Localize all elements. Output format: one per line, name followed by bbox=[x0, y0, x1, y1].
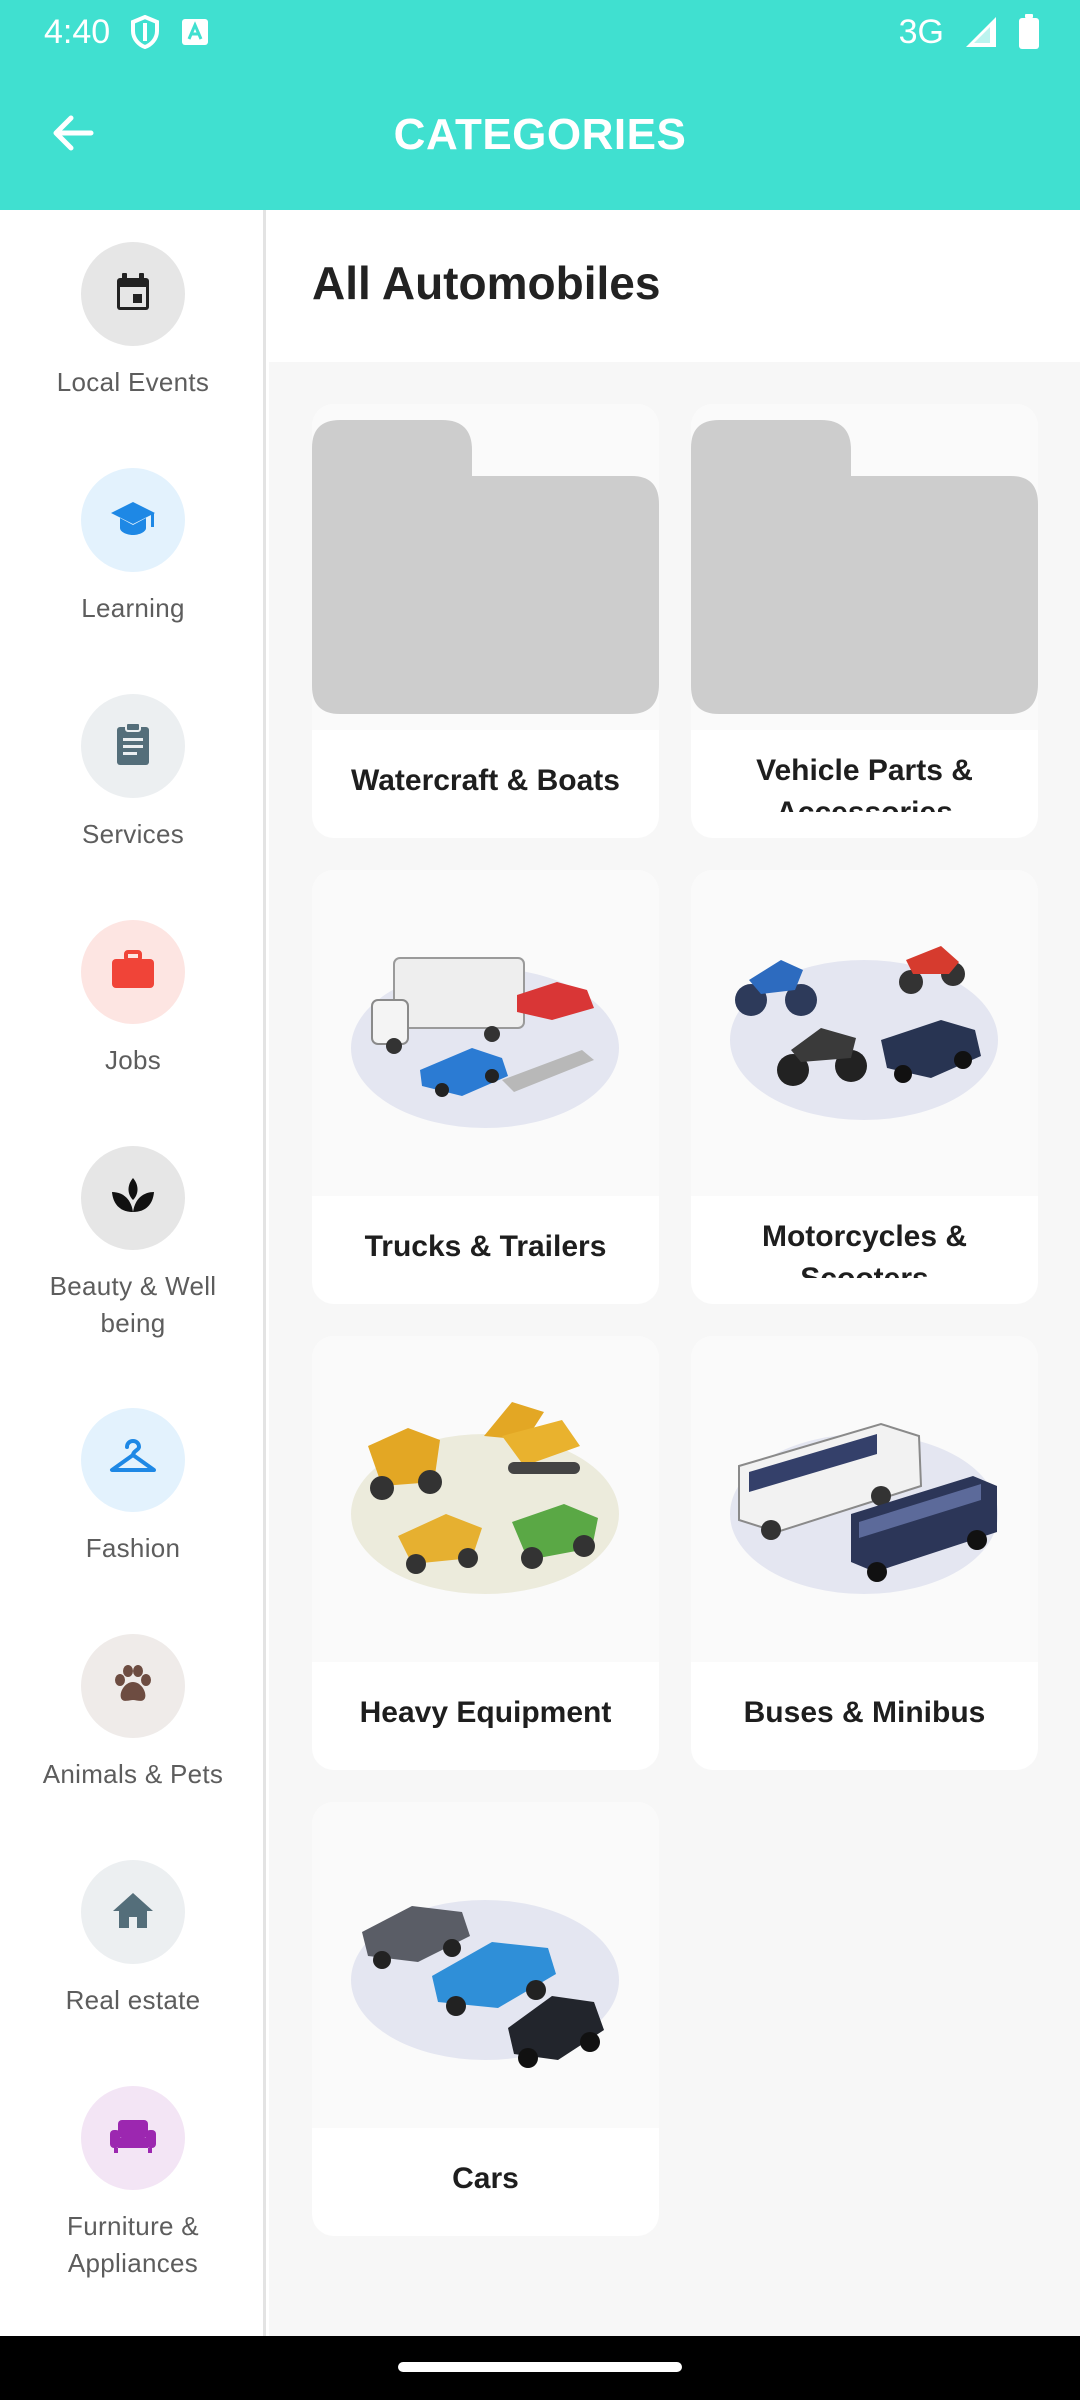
folder-placeholder-icon bbox=[691, 420, 1038, 734]
sidebar-icon-circle bbox=[81, 920, 185, 1024]
content-header: All Automobiles bbox=[269, 210, 1080, 362]
lotus-icon bbox=[110, 1176, 156, 1221]
category-content[interactable]: All Automobiles Watercraft & Boats Vehic… bbox=[269, 210, 1080, 2336]
app-bar: CATEGORIES bbox=[0, 64, 1080, 210]
sidebar-item-jobs[interactable]: Jobs bbox=[0, 920, 266, 1079]
sidebar-item-label: Jobs bbox=[104, 1045, 162, 1075]
sidebar-item-label: Animals & Pets bbox=[42, 1759, 224, 1789]
sidebar-item-local-events[interactable]: Local Events bbox=[0, 242, 266, 401]
status-bar: 4:40 3G bbox=[0, 0, 1080, 64]
card-image bbox=[312, 870, 659, 1196]
status-time: 4:40 bbox=[44, 12, 111, 51]
category-card-watercraft[interactable]: Watercraft & Boats bbox=[312, 404, 659, 838]
sidebar-item-animals-pets[interactable]: Animals & Pets bbox=[0, 1634, 266, 1793]
motorcycles-scooters-illustration bbox=[691, 946, 1038, 1200]
sidebar-icon-circle bbox=[81, 1408, 185, 1512]
signal-icon bbox=[964, 15, 998, 49]
card-image bbox=[312, 1336, 659, 1662]
shield-icon bbox=[130, 15, 160, 49]
category-card-motorcycles[interactable]: Motorcycles & Scooters bbox=[691, 870, 1038, 1304]
paw-icon bbox=[111, 1662, 155, 1711]
battery-icon bbox=[1018, 14, 1040, 50]
section-title: All Automobiles bbox=[312, 257, 661, 309]
sidebar-icon-circle bbox=[81, 694, 185, 798]
folder-placeholder-icon bbox=[312, 420, 659, 734]
sidebar-icon-circle bbox=[81, 1634, 185, 1738]
sidebar-icon-circle bbox=[81, 1146, 185, 1250]
system-nav-bar bbox=[0, 2336, 1080, 2400]
sidebar-item-furniture[interactable]: Furniture & Appliances bbox=[0, 2086, 266, 2282]
network-type: 3G bbox=[898, 12, 944, 51]
buses-illustration bbox=[691, 1422, 1038, 1666]
sidebar-icon-circle bbox=[81, 1860, 185, 1964]
card-image bbox=[312, 404, 659, 730]
sidebar-item-learning[interactable]: Learning bbox=[0, 468, 266, 627]
sidebar-icon-circle bbox=[81, 242, 185, 346]
card-label: Trucks & Trailers bbox=[364, 1230, 607, 1263]
sidebar-item-label: Furniture & Appliances bbox=[67, 2211, 199, 2278]
sidebar-item-label: Learning bbox=[81, 593, 185, 623]
card-image bbox=[312, 1802, 659, 2128]
sidebar-item-beauty[interactable]: Beauty & Well being bbox=[0, 1146, 266, 1342]
calendar-icon bbox=[111, 270, 155, 319]
clipboard-icon bbox=[113, 721, 153, 772]
sidebar-item-label: Real estate bbox=[65, 1985, 201, 2015]
house-icon bbox=[111, 1890, 155, 1935]
sidebar-item-label: Fashion bbox=[85, 1533, 181, 1563]
graduation-cap-icon bbox=[109, 496, 157, 545]
briefcase-icon bbox=[110, 949, 156, 995]
sidebar-item-services[interactable]: Services bbox=[0, 694, 266, 853]
sidebar-item-real-estate[interactable]: Real estate bbox=[0, 1860, 266, 2019]
trucks-trailers-illustration bbox=[312, 957, 659, 1200]
sidebar-item-label: Local Events bbox=[56, 367, 210, 397]
card-label: Buses & Minibus bbox=[743, 1696, 986, 1729]
category-card-heavy-equipment[interactable]: Heavy Equipment bbox=[312, 1336, 659, 1770]
card-image bbox=[691, 870, 1038, 1196]
category-card-cars[interactable]: Cars bbox=[312, 1802, 659, 2236]
card-image bbox=[691, 1336, 1038, 1662]
card-image bbox=[691, 404, 1038, 730]
status-right: 3G bbox=[899, 13, 1040, 52]
card-label: Vehicle Parts & Accessories bbox=[756, 754, 973, 812]
sidebar-icon-circle bbox=[81, 468, 185, 572]
category-card-trucks[interactable]: Trucks & Trailers bbox=[312, 870, 659, 1304]
card-label: Cars bbox=[452, 2162, 519, 2195]
a-box-icon bbox=[180, 17, 210, 47]
home-gesture-handle[interactable] bbox=[398, 2362, 682, 2372]
card-label: Heavy Equipment bbox=[359, 1696, 612, 1729]
card-label: Watercraft & Boats bbox=[351, 764, 620, 797]
heavy-equipment-illustration bbox=[312, 1402, 659, 1666]
status-left: 4:40 bbox=[44, 13, 210, 52]
sidebar-item-label: Services bbox=[81, 819, 185, 849]
sidebar-icon-circle bbox=[81, 2086, 185, 2190]
sidebar-item-label: Beauty & Well being bbox=[49, 1271, 217, 1338]
category-card-buses[interactable]: Buses & Minibus bbox=[691, 1336, 1038, 1770]
card-label: Motorcycles & Scooters bbox=[761, 1220, 968, 1278]
sidebar-item-fashion[interactable]: Fashion bbox=[0, 1408, 266, 1567]
cars-illustration bbox=[312, 1900, 659, 2132]
hanger-icon bbox=[108, 1438, 158, 1483]
category-card-vehicle-parts[interactable]: Vehicle Parts & Accessories bbox=[691, 404, 1038, 838]
category-sidebar[interactable]: Local Events Learning Services Jobs Beau… bbox=[0, 210, 266, 2336]
page-title: CATEGORIES bbox=[393, 110, 687, 159]
sofa-icon bbox=[108, 2116, 158, 2161]
